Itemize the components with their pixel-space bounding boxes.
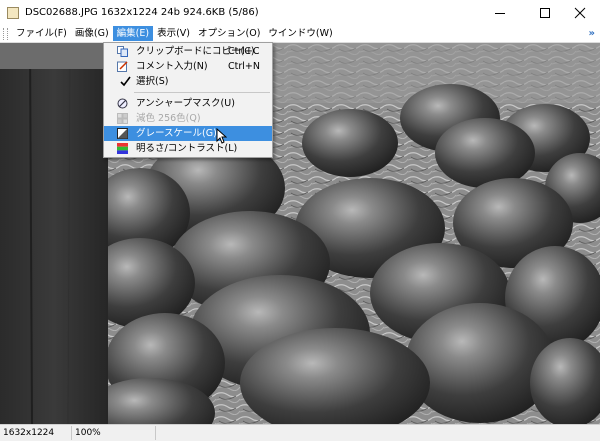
checkmark-icon xyxy=(120,76,131,87)
menu-image[interactable]: 画像(G) xyxy=(71,26,113,41)
status-zoom: 100% xyxy=(72,426,156,440)
close-icon xyxy=(574,7,586,18)
menu-bar: ファイル(F) 画像(G) 編集(E) 表示(V) オプション(O) ウインドウ… xyxy=(0,25,600,43)
status-dimensions: 1632x1224 xyxy=(0,426,72,440)
brightness-icon xyxy=(117,143,128,154)
menu-overflow-chevron[interactable]: » xyxy=(589,25,595,42)
edit-menu-dropdown: クリップボードにコピー(C) Ctrl+C コメント入力(N) Ctrl+N 選… xyxy=(103,42,273,158)
title-bar: DSC02688.JPG 1632x1224 24b 924.6KB (5/86… xyxy=(0,0,600,26)
menu-item-grayscale[interactable]: グレースケール(G) xyxy=(104,126,272,144)
menu-separator xyxy=(134,92,270,93)
toolbar-grip[interactable] xyxy=(3,27,8,40)
comment-edit-icon xyxy=(117,61,128,72)
menu-edit[interactable]: 編集(E) xyxy=(112,26,154,41)
maximize-icon xyxy=(540,7,550,18)
grayscale-icon xyxy=(117,128,128,139)
menu-item-comment[interactable]: コメント入力(N) Ctrl+N xyxy=(104,59,272,74)
menu-file[interactable]: ファイル(F) xyxy=(12,26,71,41)
sharpen-icon xyxy=(117,98,128,109)
menu-item-reduce-colors: 減色 256色(Q) xyxy=(104,111,272,126)
menu-item-unsharp-mask[interactable]: アンシャープマスク(U) xyxy=(104,96,272,111)
app-icon xyxy=(7,6,19,19)
menu-view[interactable]: 表示(V) xyxy=(153,26,194,41)
close-button[interactable] xyxy=(560,0,600,25)
minimize-button[interactable] xyxy=(480,0,520,25)
photo-image xyxy=(0,43,600,424)
image-viewport[interactable] xyxy=(0,43,600,424)
palette-icon xyxy=(117,113,128,124)
menu-item-brightness-contrast[interactable]: 明るさ/コントラスト(L) xyxy=(104,141,272,156)
menu-item-copy-clipboard[interactable]: クリップボードにコピー(C) Ctrl+C xyxy=(104,44,272,59)
maximize-button[interactable] xyxy=(525,0,565,25)
minimize-icon xyxy=(495,12,505,14)
menu-options[interactable]: オプション(O) xyxy=(194,26,264,41)
copy-icon xyxy=(117,46,128,57)
menu-window[interactable]: ウインドウ(W) xyxy=(264,26,336,41)
menu-item-select[interactable]: 選択(S) xyxy=(104,74,272,89)
status-bar: 1632x1224 100% xyxy=(0,424,600,441)
window-title: DSC02688.JPG 1632x1224 24b 924.6KB (5/86… xyxy=(25,7,259,18)
